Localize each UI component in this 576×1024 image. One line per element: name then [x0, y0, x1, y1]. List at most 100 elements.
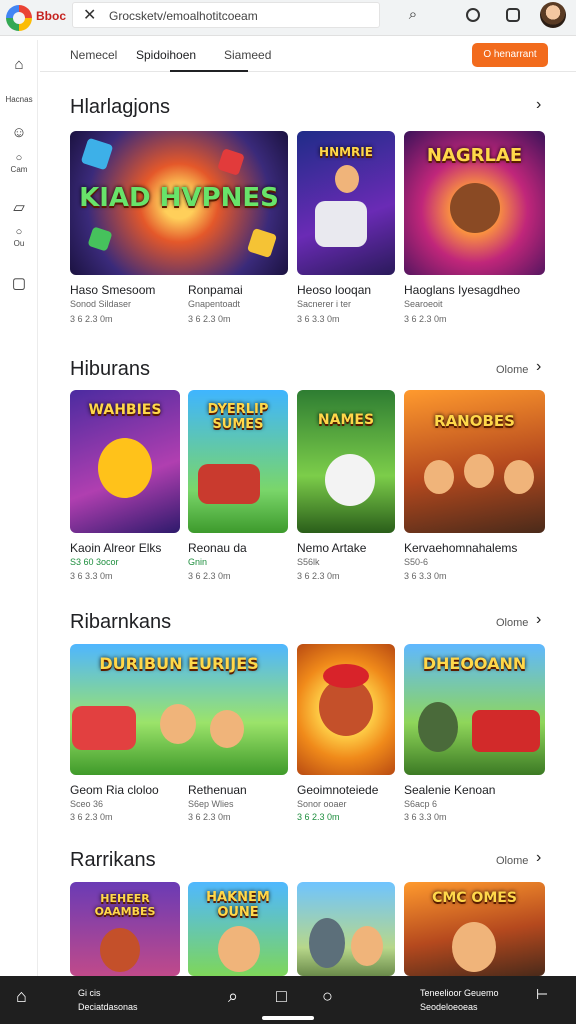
game-title[interactable]: Geom Ria cloloo: [70, 783, 159, 797]
character-decoration: [351, 926, 383, 966]
box-icon[interactable]: [506, 8, 520, 22]
game-subtitle: Searoeoit: [404, 299, 443, 309]
see-more-link[interactable]: Olome: [496, 855, 528, 867]
game-title[interactable]: Nemo Artake: [297, 541, 366, 555]
game-title[interactable]: Haso Smesoom: [70, 283, 155, 297]
game-art-title: DYERLIP SUMES: [207, 402, 269, 432]
menu-icon[interactable]: ⊢: [536, 986, 548, 1003]
character-decoration: [504, 460, 534, 494]
section-title: Ribarnkans: [70, 611, 172, 633]
game-card[interactable]: NAMES: [297, 390, 395, 533]
game-title[interactable]: Reonau da: [188, 541, 247, 555]
search-icon[interactable]: ⌕: [404, 6, 422, 24]
game-subtitle: S6acp 6: [404, 799, 438, 809]
game-card[interactable]: [297, 882, 395, 976]
game-card[interactable]: DYERLIP SUMES: [188, 390, 288, 533]
google-logo-icon[interactable]: [6, 5, 32, 31]
game-card[interactable]: DHEOOANN: [404, 644, 545, 775]
sidebar-item-label: Hacnas: [5, 95, 33, 104]
sidebar-item-home[interactable]: ⌂: [0, 56, 38, 73]
game-card[interactable]: KIAD HVPNES: [70, 131, 288, 275]
chevron-right-icon[interactable]: ›: [536, 358, 541, 376]
game-card[interactable]: WAHBIES: [70, 390, 180, 533]
game-meta: 3 6 2.3 0m: [297, 571, 340, 581]
game-meta: 3 6 3.3 0m: [297, 314, 340, 324]
game-title[interactable]: Ronpamai: [188, 283, 243, 297]
sidebar-item-hacnas[interactable]: Hacnas: [0, 94, 38, 104]
sidebar-item-square[interactable]: ▢: [0, 274, 38, 292]
sidebar-item-note[interactable]: ▱: [0, 198, 38, 216]
game-title[interactable]: Haoglans Iyesagdheo: [404, 283, 520, 297]
game-card[interactable]: [297, 644, 395, 775]
game-title[interactable]: Kaoin Alreor Elks: [70, 541, 161, 555]
character-decoration: [450, 183, 500, 233]
search-bar[interactable]: ✕ Grocsketv/emoalhotitcoeam: [72, 2, 380, 28]
game-card[interactable]: CMC OMES: [404, 882, 545, 976]
tab-spidoihoen[interactable]: Spidoihoen: [136, 48, 196, 62]
note-icon: ▱: [13, 199, 25, 216]
game-title[interactable]: Sealenie Kenoan: [404, 783, 495, 797]
character-decoration: [98, 438, 152, 498]
game-art-title: NAGRLAE: [426, 145, 523, 166]
game-art-title: CMC OMES: [432, 890, 517, 906]
game-meta: 3 6 2.3 0m: [70, 314, 113, 324]
game-title[interactable]: Geoimnoteiede: [297, 783, 378, 797]
tab-siameed[interactable]: Siameed: [224, 48, 271, 62]
see-more-link[interactable]: Olome: [496, 364, 528, 376]
search-input[interactable]: Grocsketv/emoalhotitcoeam: [109, 9, 258, 23]
car-decoration: [198, 464, 260, 504]
circle-icon: ○: [15, 152, 23, 164]
game-art-title: HEHEER OAAMBES: [94, 892, 156, 918]
home-icon[interactable]: ⌂: [16, 986, 27, 1007]
game-art-title: WAHBIES: [88, 402, 162, 418]
game-subtitle: Gnin: [188, 557, 208, 567]
character-decoration: [464, 454, 494, 488]
character-decoration: [160, 704, 196, 744]
game-card[interactable]: DURIBUN EURIJES: [70, 644, 288, 775]
game-card[interactable]: HEHEER OAAMBES: [70, 882, 180, 976]
game-art-title: NAMES: [317, 412, 375, 428]
game-meta: 3 6 3.3 0m: [404, 812, 447, 822]
chat-icon[interactable]: ○: [322, 986, 333, 1007]
square-icon[interactable]: □: [276, 986, 287, 1007]
close-icon[interactable]: ✕: [83, 5, 96, 25]
see-more-link[interactable]: Olome: [496, 617, 528, 629]
game-art-title: HAKNEM OUNE: [206, 890, 270, 920]
game-meta: 3 6 2.3 0m: [297, 812, 340, 822]
chevron-right-icon[interactable]: ›: [536, 849, 541, 867]
person-icon: ○: [15, 226, 23, 238]
chevron-right-icon[interactable]: ›: [536, 96, 541, 114]
game-subtitle: Sacnerer i ter: [297, 299, 352, 309]
sidebar-item-label: Ou: [13, 239, 25, 248]
cta-button[interactable]: O henarrant: [472, 43, 548, 67]
game-subtitle: S3 60 3ocor: [70, 557, 119, 567]
sidebar-item-ou[interactable]: ○ Ou: [0, 226, 38, 248]
character-decoration: [335, 165, 359, 193]
home-indicator[interactable]: [262, 1016, 314, 1020]
avatar[interactable]: [540, 2, 566, 28]
character-decoration: [218, 926, 260, 972]
clock-icon[interactable]: [466, 8, 480, 22]
bottom-left-line1: Gi cis: [78, 988, 101, 998]
game-meta: 3 6 2.3 0m: [188, 812, 231, 822]
active-tab-indicator: [170, 70, 248, 72]
character-decoration: [325, 454, 375, 506]
game-meta: 3 6 3.3 0m: [404, 571, 447, 581]
game-card[interactable]: HAKNEM OUNE: [188, 882, 288, 976]
sidebar-item-cam[interactable]: ○ Cam: [0, 152, 38, 174]
sidebar-item-smile[interactable]: ☺: [0, 124, 38, 141]
game-card[interactable]: NAGRLAE: [404, 131, 545, 275]
game-title[interactable]: Heoso looqan: [297, 283, 371, 297]
car-decoration: [472, 710, 540, 752]
chevron-right-icon[interactable]: ›: [536, 611, 541, 629]
game-title[interactable]: Rethenuan: [188, 783, 247, 797]
tab-nemecel[interactable]: Nemecel: [70, 48, 117, 62]
game-title[interactable]: Kervaehomnahalems: [404, 541, 517, 555]
sidebar: ⌂ Hacnas ☺ ○ Cam ▱ ○ Ou ▢: [0, 40, 38, 976]
game-card[interactable]: HNMRIE: [297, 131, 395, 275]
game-art-title: KIAD HVPNES: [79, 183, 279, 213]
game-art-title: DURIBUN EURIJES: [99, 654, 259, 673]
search-icon[interactable]: ⌕: [228, 986, 238, 1007]
game-art-title: HNMRIE: [319, 145, 373, 159]
game-card[interactable]: RANOBES: [404, 390, 545, 533]
